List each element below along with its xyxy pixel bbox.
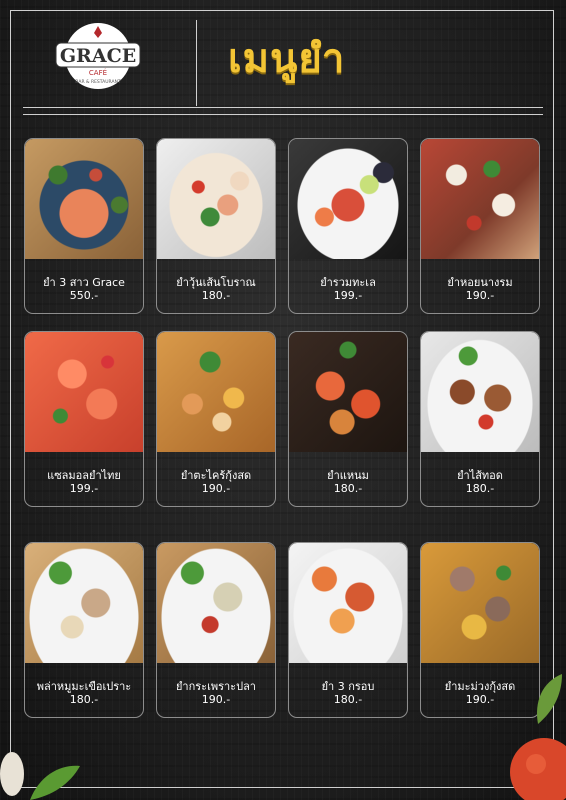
dish-price: 180.- — [201, 289, 231, 302]
tomato-decoration — [510, 738, 566, 800]
dish-photo — [289, 139, 407, 259]
dish-price: 190.- — [465, 289, 495, 302]
dish-photo — [157, 543, 275, 663]
dish-price: 190.- — [201, 482, 231, 495]
menu-item-card[interactable]: ยำวุ้นเส้นโบราณ 180.- — [156, 138, 276, 314]
header-rule-bottom — [23, 114, 543, 115]
dish-photo — [25, 543, 143, 663]
leaf-decoration — [537, 674, 562, 724]
herb-decoration — [0, 752, 80, 800]
dish-photo — [157, 332, 275, 452]
dish-price: 190.- — [465, 693, 495, 706]
menu-item-card[interactable]: ยำตะไคร้กุ้งสด 190.- — [156, 331, 276, 507]
menu-item-card[interactable]: ยำไส้ทอด 180.- — [420, 331, 540, 507]
menu-item-card[interactable]: ยำหอยนางรม 190.- — [420, 138, 540, 314]
dish-price: 180.- — [69, 693, 99, 706]
svg-text:BAR & RESTAURANT: BAR & RESTAURANT — [75, 79, 121, 85]
menu-item-card[interactable]: พล่าหมูมะเขือเปราะ 180.- — [24, 542, 144, 718]
dish-photo — [157, 139, 275, 259]
dish-price: 180.- — [333, 482, 363, 495]
menu-item-card[interactable]: ยำกระเพราะปลา 190.- — [156, 542, 276, 718]
menu-item-card[interactable]: ยำรวมทะเล 199.- — [288, 138, 408, 314]
menu-item-card[interactable]: ยำ 3 กรอบ 180.- — [288, 542, 408, 718]
dish-photo — [421, 543, 539, 663]
dish-photo — [25, 139, 143, 259]
dish-photo — [421, 139, 539, 259]
svg-text:GRACE: GRACE — [60, 45, 136, 67]
dish-photo — [289, 332, 407, 452]
dish-price: 550.- — [69, 289, 99, 302]
dish-price: 190.- — [201, 693, 231, 706]
menu-item-card[interactable]: ยำแหนม 180.- — [288, 331, 408, 507]
dish-price: 199.- — [333, 289, 363, 302]
header-rule-top — [23, 107, 543, 108]
menu-item-card[interactable]: ยำ 3 สาว Grace 550.- — [24, 138, 144, 314]
dish-photo — [25, 332, 143, 452]
dish-photo — [289, 543, 407, 663]
dish-price: 180.- — [333, 693, 363, 706]
header-divider — [196, 20, 197, 106]
dish-price: 180.- — [465, 482, 495, 495]
grace-cafe-logo: GRACE CAFÉ BAR & RESTAURANT — [55, 23, 141, 89]
svg-text:CAFÉ: CAFÉ — [89, 68, 107, 77]
menu-item-card[interactable]: แซลมอลยำไทย 199.- — [24, 331, 144, 507]
dish-photo — [421, 332, 539, 452]
menu-item-card[interactable]: ยำมะม่วงกุ้งสด 190.- — [420, 542, 540, 718]
dish-price: 199.- — [69, 482, 99, 495]
page-title: เมนูยำ — [228, 36, 346, 82]
